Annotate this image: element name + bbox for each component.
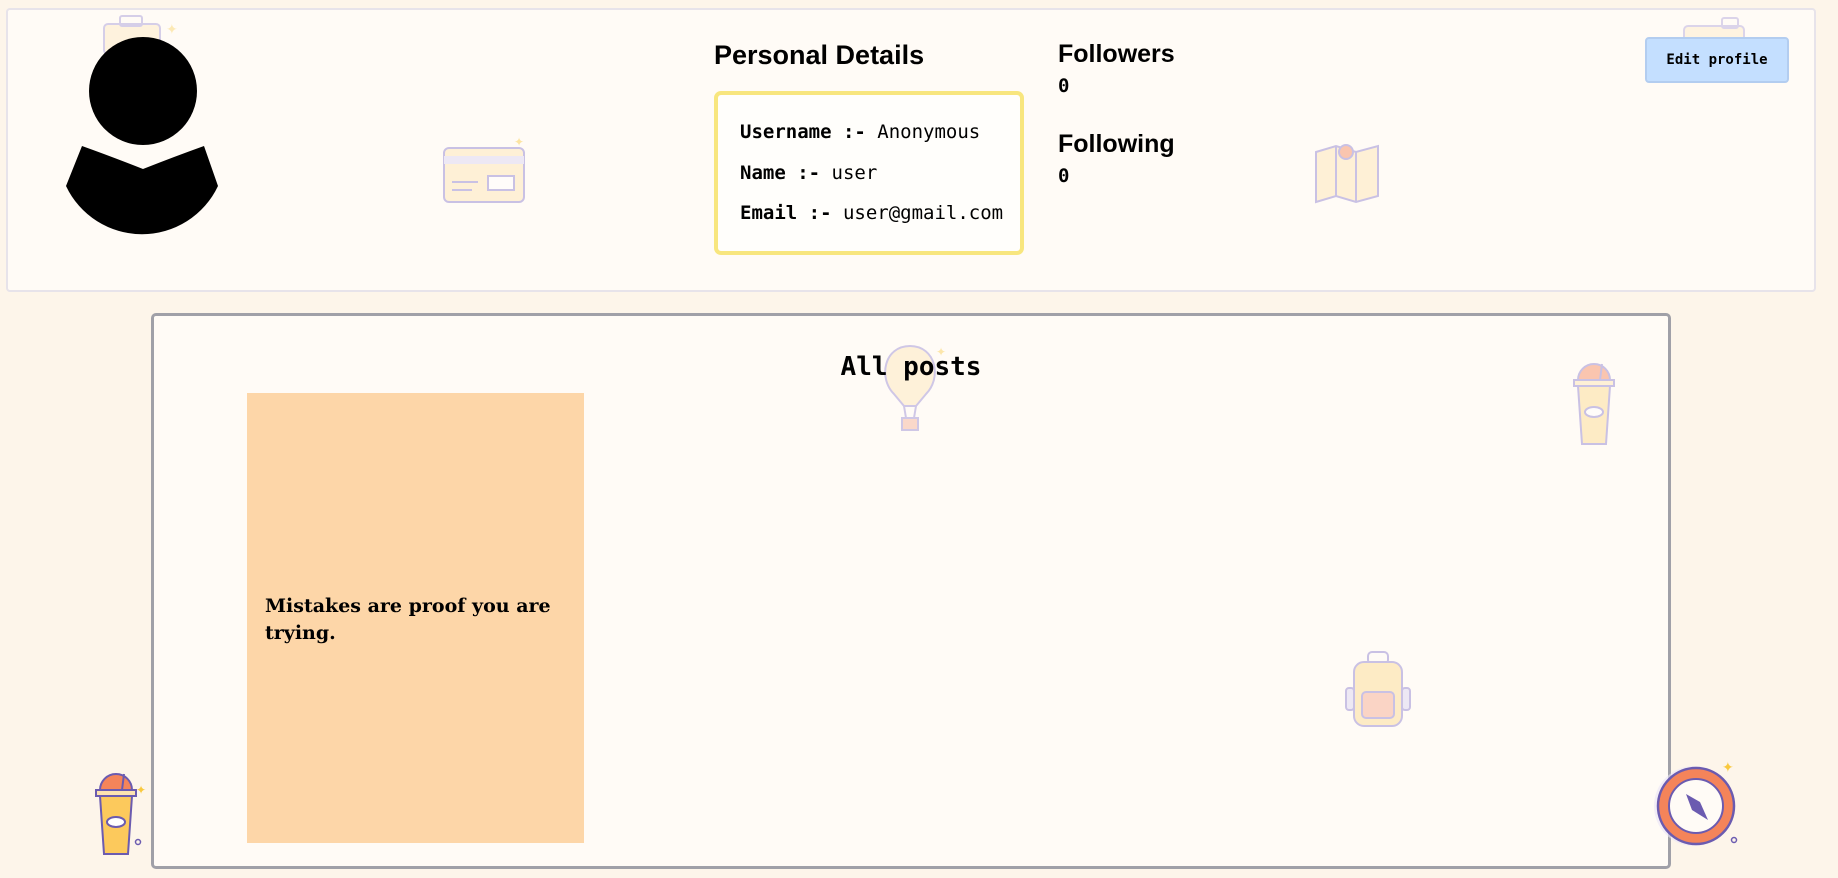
- post-card[interactable]: Mistakes are proof you are trying.: [247, 393, 584, 843]
- posts-title: All posts: [840, 352, 982, 382]
- following-stat: Following 0: [1058, 130, 1175, 187]
- map-icon: [1308, 138, 1398, 210]
- credit-card-icon: ✦: [434, 130, 534, 210]
- followers-label: Followers: [1058, 40, 1175, 68]
- username-value: Anonymous: [877, 121, 981, 143]
- posts-panel: ✦ All posts Mistakes are proof you are t…: [151, 313, 1671, 869]
- compass-icon: ✦: [1650, 758, 1740, 850]
- name-value: user: [831, 161, 878, 184]
- drink-cup-icon: ✦: [86, 772, 152, 862]
- email-row: Email :- user@gmail.com: [740, 202, 1020, 243]
- svg-text:✦: ✦: [514, 135, 524, 149]
- followers-stat: Followers 0: [1058, 40, 1175, 97]
- personal-details-section: Personal Details Username :- Anonymous N…: [714, 40, 1024, 255]
- backpack-icon: [1340, 648, 1420, 732]
- personal-details-box: Username :- Anonymous Name :- user Email…: [714, 91, 1024, 255]
- name-label: Name :-: [740, 161, 821, 184]
- svg-text:✦: ✦: [1722, 760, 1734, 776]
- edit-profile-button[interactable]: Edit profile: [1645, 37, 1789, 83]
- username-row: Username :- Anonymous: [740, 121, 1020, 162]
- following-count: 0: [1058, 165, 1070, 187]
- name-row: Name :- user: [740, 162, 1020, 203]
- personal-details-title: Personal Details: [714, 40, 925, 70]
- svg-text:✦: ✦: [136, 783, 146, 797]
- username-label: Username :-: [740, 121, 866, 143]
- post-text: Mistakes are proof you are trying.: [265, 595, 551, 644]
- email-value: user@gmail.com: [842, 202, 1004, 224]
- following-label: Following: [1058, 130, 1175, 158]
- email-label: Email :-: [740, 202, 832, 224]
- followers-count: 0: [1058, 75, 1070, 97]
- user-avatar-icon: [48, 36, 228, 246]
- profile-card: ✦ ✦ Personal Details Username:- Anonymo…: [6, 8, 1816, 292]
